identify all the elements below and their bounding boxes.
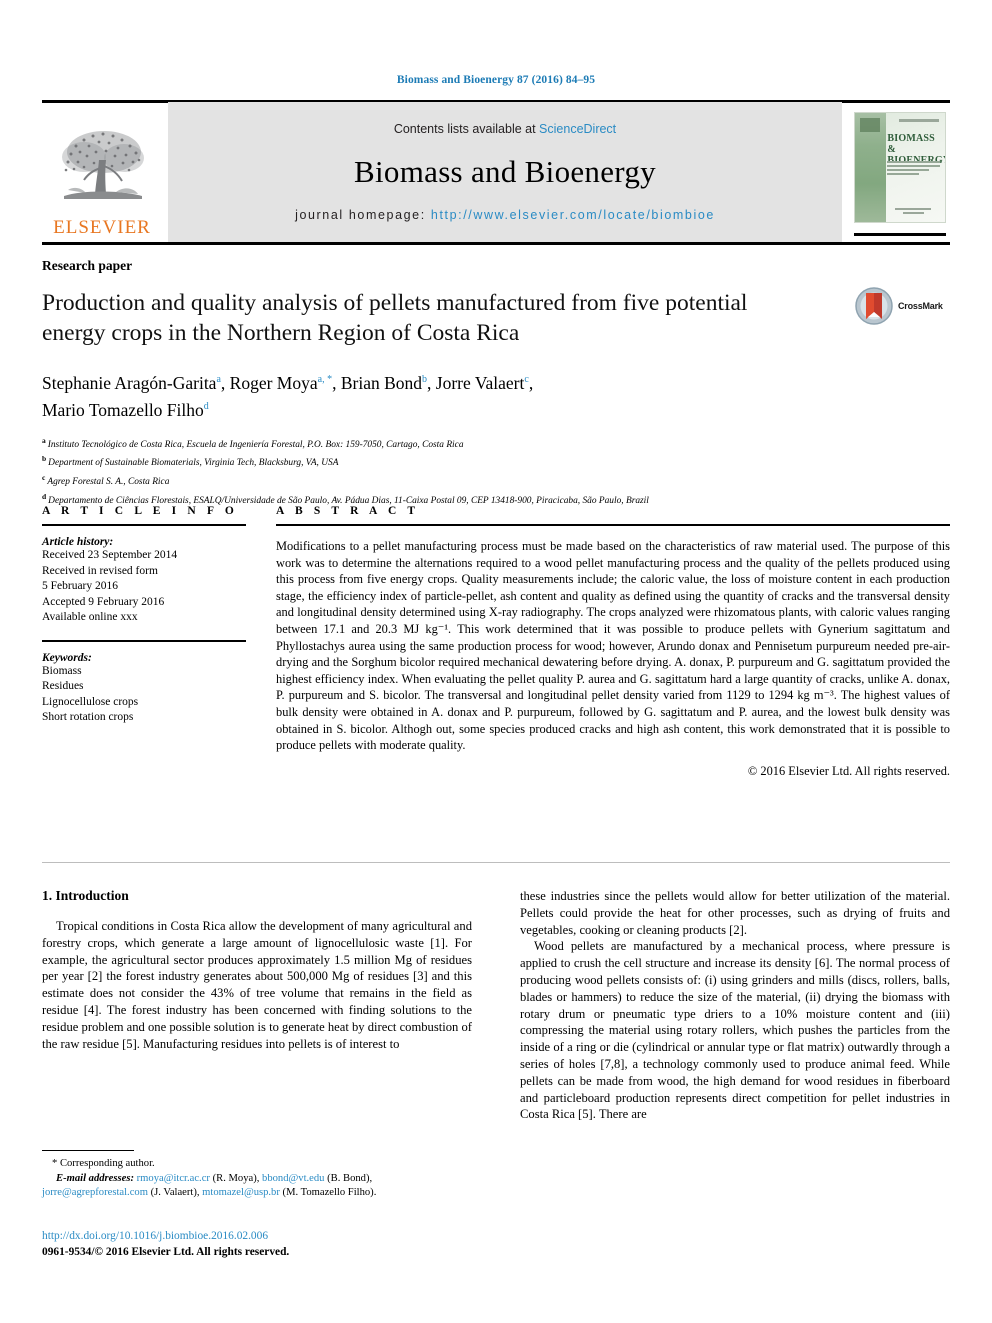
affiliation-mark: d <box>42 491 47 501</box>
body-columns: 1. Introduction Tropical conditions in C… <box>42 888 950 1123</box>
abstract-heading: A B S T R A C T <box>276 505 420 517</box>
affiliation-mark: c <box>42 472 46 482</box>
affiliation-item: b Department of Sustainable Biomaterials,… <box>42 452 950 471</box>
email-person: (J. Valaert) <box>150 1187 197 1198</box>
affiliation-text: Agrep Forestal S. A., Costa Rica <box>47 477 170 488</box>
author-name: Brian Bond <box>340 372 423 393</box>
body-paragraph: Wood pellets are manufactured by a mecha… <box>520 939 950 1122</box>
journal-cover-thumbnail: BIOMASS & BIOENERGY <box>850 106 950 239</box>
cover-subtitle-lines <box>887 161 940 177</box>
crossmark-badge[interactable]: CrossMark <box>854 284 950 328</box>
author-affiliation-mark: a, * <box>317 374 333 385</box>
affiliation-mark: a <box>42 435 46 445</box>
crossmark-label: CrossMark <box>898 301 943 311</box>
journal-masthead: ELSEVIER Contents lists available at Sci… <box>42 100 950 245</box>
doi-link[interactable]: http://dx.doi.org/10.1016/j.biombioe.201… <box>42 1228 472 1244</box>
abstract-copyright: © 2016 Elsevier Ltd. All rights reserved… <box>747 763 950 778</box>
article-history-label: Article history: <box>42 536 114 548</box>
author-name: Mario Tomazello Filho <box>42 399 204 420</box>
issn-copyright-line: 0961-9534/© 2016 Elsevier Ltd. All right… <box>42 1246 290 1258</box>
paper-page: Biomass and Bioenergy 87 (2016) 84–95 EL… <box>0 0 992 1323</box>
article-history-item: Available online xxx <box>42 611 138 623</box>
affiliation-item: a Instituto Tecnológico de Costa Rica, Es… <box>42 434 950 453</box>
keyword-item: Lignocellulose crops <box>42 695 139 708</box>
article-type-label: Research paper <box>42 258 133 273</box>
keywords-rule <box>42 639 246 642</box>
footnote-block: * Corresponding author. E-mail addresses… <box>42 1150 472 1201</box>
article-history-item: Accepted 9 February 2016 <box>42 595 165 608</box>
email-person: (B. Bond) <box>327 1172 370 1184</box>
abstract-column: A B S T R A C T Modifications to a pelle… <box>270 505 950 791</box>
affiliation-list: a Instituto Tecnológico de Costa Rica, Es… <box>42 434 950 509</box>
section-separator-rule <box>42 862 950 863</box>
page-title: Production and quality analysis of pelle… <box>42 290 748 346</box>
email-person: (R. Moya) <box>212 1172 257 1184</box>
email-link[interactable]: jorre@agrepforestal.com <box>42 1187 148 1198</box>
email-link[interactable]: mtomazel@usp.br <box>202 1187 280 1198</box>
affiliation-text: Department of Sustainable Biomaterials, … <box>48 458 339 469</box>
author-affiliation-mark: d <box>203 400 209 412</box>
body-paragraph: Tropical conditions in Costa Rica allow … <box>42 919 472 1051</box>
author-list: Stephanie Aragón-Garitaa, Roger Moyaa, *… <box>42 372 534 420</box>
elsevier-wordmark: ELSEVIER <box>53 217 151 238</box>
email-addresses-label: E-mail addresses: <box>56 1172 134 1184</box>
article-history-item: Received in revised form <box>42 564 158 577</box>
journal-homepage-line: journal homepage: http://www.elsevier.co… <box>295 208 715 222</box>
section-heading-introduction: 1. Introduction <box>42 888 129 903</box>
affiliation-text: Instituto Tecnológico de Costa Rica, Esc… <box>47 439 464 450</box>
masthead-center: Contents lists available at ScienceDirec… <box>168 102 842 242</box>
keyword-item: Short rotation crops <box>42 711 134 723</box>
email-person: (M. Tomazello Filho) <box>282 1187 374 1198</box>
keywords-label: Keywords: <box>42 651 92 664</box>
affiliation-item: c Agrep Forestal S. A., Costa Rica <box>42 471 950 490</box>
elsevier-logo: ELSEVIER <box>42 100 162 245</box>
cover-footer-lines <box>887 208 939 216</box>
crossmark-icon <box>855 287 893 325</box>
homepage-url-link[interactable]: http://www.elsevier.com/locate/biombioe <box>431 208 715 222</box>
email-link[interactable]: bbond@vt.edu <box>262 1173 324 1184</box>
title-block: Research paper CrossMark Production and … <box>42 258 950 508</box>
sciencedirect-link[interactable]: ScienceDirect <box>539 122 616 136</box>
email-addresses-line: E-mail addresses: rmoya@itcr.ac.cr (R. M… <box>42 1172 377 1199</box>
article-history-item: Received 23 September 2014 <box>42 549 178 561</box>
footnote-rule <box>42 1150 134 1151</box>
corresponding-author-note: * Corresponding author. <box>52 1158 155 1169</box>
affiliation-mark: b <box>42 454 47 464</box>
body-left-column: 1. Introduction Tropical conditions in C… <box>42 888 472 1123</box>
author-affiliation-mark: a <box>216 374 221 385</box>
author-name: Roger Moya <box>229 372 318 393</box>
abstract-rule <box>276 524 950 526</box>
cover-bottom-rule <box>854 233 946 236</box>
cover-publisher-mark <box>860 118 880 132</box>
doi-block: http://dx.doi.org/10.1016/j.biombioe.201… <box>42 1228 472 1260</box>
homepage-prefix: journal homepage: <box>295 208 431 222</box>
keyword-item: Residues <box>42 680 84 692</box>
cover-top-rule <box>899 119 939 122</box>
article-info-column: A R T I C L E I N F O Article history: R… <box>42 505 270 791</box>
keyword-item: Biomass <box>42 664 82 677</box>
body-paragraph: these industries since the pellets would… <box>520 889 950 937</box>
article-info-rule <box>42 524 246 526</box>
author-name: Stephanie Aragón-Garita <box>42 372 217 393</box>
article-info-heading: A R T I C L E I N F O <box>42 505 238 517</box>
journal-title: Biomass and Bioenergy <box>354 154 656 189</box>
running-head: Biomass and Bioenergy 87 (2016) 84–95 <box>396 74 596 86</box>
author-affiliation-mark: b <box>422 374 428 385</box>
email-link[interactable]: rmoya@itcr.ac.cr <box>137 1173 210 1184</box>
elsevier-tree-icon <box>62 131 144 199</box>
abstract-text: Modifications to a pellet manufacturing … <box>276 539 950 753</box>
article-history-item: 5 February 2016 <box>42 580 119 592</box>
author-affiliation-mark: c <box>524 374 529 385</box>
info-abstract-region: A R T I C L E I N F O Article history: R… <box>42 505 950 791</box>
contents-available-line: Contents lists available at ScienceDirec… <box>394 122 616 136</box>
cover-inner: BIOMASS & BIOENERGY <box>854 112 946 223</box>
author-name: Jorre Valaert <box>435 372 525 393</box>
body-right-column: these industries since the pellets would… <box>520 888 950 1123</box>
contents-prefix: Contents lists available at <box>393 122 540 136</box>
